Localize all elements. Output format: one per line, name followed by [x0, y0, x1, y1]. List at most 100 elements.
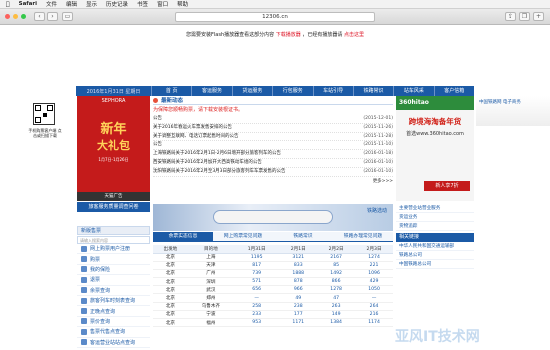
news-item[interactable]: 公告 (2015-11-10) [153, 141, 393, 151]
sidebar-item-station[interactable]: 客运营业站站点查询 [77, 338, 150, 348]
table-cell: 85 [317, 261, 356, 270]
sidebar-item-timetable[interactable]: 旅客列车时刻表查询 [77, 296, 150, 307]
table-cell: 1492 [317, 269, 356, 279]
news-item[interactable]: 关于调整互联网、电话订票起售时间的公告 (2015-11-28) [153, 133, 393, 142]
sidebar-item-refund[interactable]: 退票 [77, 275, 150, 286]
link-item[interactable]: 铁路总公司 [396, 251, 474, 260]
address-bar[interactable]: 12306.cn [175, 12, 375, 22]
survey-banner[interactable]: 旅客服务质量调查问卷 [77, 202, 150, 212]
service-tracking[interactable]: 货物追踪 [396, 222, 474, 231]
download-player-link[interactable]: 下载播放器 [276, 32, 301, 38]
menu-app-name[interactable]: Safari [19, 1, 37, 7]
service-freight[interactable]: 货运业务 [396, 213, 474, 222]
table-cell: 福州 [187, 318, 235, 328]
tabs-icon[interactable]: ❐ [519, 12, 530, 21]
link-item[interactable]: 中国铁路总公司 [396, 260, 474, 269]
sidebar-header: 新版售票 [77, 226, 150, 235]
right-ad[interactable]: 中国铁路网 电子商务 [476, 96, 550, 256]
table-cell: 北京 [153, 310, 188, 320]
sidebar-item-remaining[interactable]: 余票查询 [77, 286, 150, 296]
table-row[interactable]: 北京 广州 739 1888 1492 1096 [153, 269, 393, 279]
share-icon[interactable]: ⇪ [505, 12, 516, 21]
menu-window[interactable]: 窗口 [157, 0, 168, 8]
menu-bookmarks[interactable]: 书签 [137, 0, 148, 8]
back-button[interactable]: ‹ [34, 12, 45, 21]
right-ad-banner[interactable]: 中国铁路网 电子商务 [476, 96, 550, 126]
sephora-ad[interactable]: SEPHORA 新年 大礼包 1月7日-1月26日 天猫广告 [77, 96, 150, 201]
nav-passenger[interactable]: 客运服务 [191, 86, 231, 96]
tab-knowledge[interactable]: 铁路常识 [273, 232, 333, 241]
table-row[interactable]: 北京 上海 1195 3121 2167 1274 [153, 253, 393, 262]
table-row[interactable]: 北京 乌鲁木齐 258 238 263 264 [153, 302, 393, 311]
table-row[interactable]: 北京 宁波 233 177 149 216 [153, 310, 393, 320]
hitao-ad[interactable]: 360hitao 跨境海淘备年货 首选www.360hitao.com 新人享7… [396, 96, 474, 201]
train-banner[interactable]: 铁路选动 [153, 204, 393, 231]
nav-luggage[interactable]: 行包服务 [272, 86, 312, 96]
table-cell: 866 [317, 277, 356, 287]
menu-view[interactable]: 显示 [86, 0, 97, 8]
train-image [213, 210, 333, 224]
nav-rail-knowledge[interactable]: 铁路常识 [352, 86, 393, 96]
menu-help[interactable]: 帮助 [177, 0, 188, 8]
flash-notice: 您需要安装Flash播放器查看这部分内容 下载播放器 ，已经有播放器请 点击这里 [186, 32, 364, 38]
zoom-window-button[interactable] [21, 14, 26, 19]
table-cell: 1050 [355, 285, 393, 295]
sidebar-item-buy[interactable]: 购票 [77, 254, 150, 265]
link-item[interactable]: 中华人民共和国交通运输部 [396, 242, 474, 251]
table-row[interactable]: 北京 天津 817 833 85 221 [153, 261, 393, 270]
user-icon [81, 245, 87, 252]
minimize-window-button[interactable] [13, 14, 18, 19]
more-news-link[interactable]: 更多>>> [153, 178, 393, 184]
sidebar-item-insurance[interactable]: 我的保险 [77, 265, 150, 276]
mobile-app-ad[interactable]: 手机购票客户端 点击或扫描下载 [0, 101, 75, 201]
table-cell: 177 [279, 310, 318, 320]
forward-button[interactable]: › [47, 12, 58, 21]
qr-code[interactable] [33, 103, 55, 125]
sidebar-toggle-icon[interactable]: ▭ [62, 12, 73, 21]
tab-remaining[interactable]: 余票实态信息 [153, 232, 213, 241]
news-item[interactable]: 西安铁路局关于2016年2月加开大西高铁动车组的公告 (2016-01-10) [153, 159, 393, 168]
table-row[interactable]: 北京 郑州 —49 47— [153, 293, 393, 303]
sephora-dates: 1月7日-1月26日 [98, 157, 129, 162]
hitao-line2: 首选www.360hitao.com [406, 131, 464, 137]
price-icon [81, 318, 87, 325]
nav-style[interactable]: 站车风采 [393, 86, 433, 96]
news-list: 公告 (2015-12-01) 关于2016年春运火车票发售安排的公告 (2015-… [153, 115, 393, 177]
table-row[interactable]: 北京 福州 953 1171 1384 1174 [153, 318, 393, 328]
table-row[interactable]: 北京 武汉 656 966 1278 1050 [153, 285, 393, 295]
table-cell: 221 [355, 261, 393, 270]
shield-icon [81, 266, 87, 273]
new-tab-icon[interactable]: + [533, 12, 544, 21]
sidebar-item-register[interactable]: 网上购票用户注册 [77, 244, 150, 255]
nav-mailbox[interactable]: 客户信箱 [433, 86, 474, 96]
news-item[interactable]: 公告 (2015-12-01) [153, 115, 393, 124]
table-cell: 1096 [355, 269, 393, 279]
sidebar-search-input[interactable]: 请输入搜索内容 [77, 236, 150, 244]
toolbar-right: ⇪ ❐ + [505, 12, 544, 21]
nav-freight[interactable]: 货运服务 [231, 86, 272, 96]
sephora-line2: 大礼包 [97, 139, 130, 152]
nav-home[interactable]: 首 页 [151, 86, 191, 96]
nav-station-guide[interactable]: 车站引导 [312, 86, 353, 96]
click-here-link[interactable]: 点击这里 [344, 32, 364, 38]
ad-footer: 天猫广告 [77, 192, 150, 201]
table-cell: 北京 [153, 253, 188, 262]
tab-faq[interactable]: 网上购票常见问题 [213, 232, 273, 241]
table-row[interactable]: 北京 深圳 571 878 866 429 [153, 277, 393, 287]
sidebar-item-delay[interactable]: 正晚点查询 [77, 306, 150, 317]
menu-history[interactable]: 历史记录 [106, 0, 128, 8]
close-window-button[interactable] [5, 14, 10, 19]
cert-notice[interactable]: 为保障您顺畅购票，请下载安装根证书。 [153, 107, 393, 114]
news-item[interactable]: 上海铁路局关于2016年2月1日-2月6日增开部分旅客列车的公告 (2016-01… [153, 150, 393, 159]
news-item[interactable]: 关于2016年春运火车票发售安排的公告 (2015-11-26) [153, 124, 393, 133]
sidebar-item-agency[interactable]: 售票代售点查询 [77, 327, 150, 338]
service-station[interactable]: 主要营业站营业服务 [396, 204, 474, 213]
sidebar-item-fare[interactable]: 票价查询 [77, 317, 150, 328]
train-icon [81, 308, 87, 315]
menu-edit[interactable]: 编辑 [66, 0, 77, 8]
tab-handling[interactable]: 铁路办理常见问题 [333, 232, 393, 241]
apple-menu-icon[interactable]:  [6, 1, 10, 8]
menu-file[interactable]: 文件 [46, 0, 57, 8]
hitao-button[interactable]: 新人享7折 [424, 181, 470, 191]
news-item[interactable]: 沈阳铁路局关于2016年2月至3月3日部分旅客列车车票发售的公告 (2016-01… [153, 168, 393, 177]
